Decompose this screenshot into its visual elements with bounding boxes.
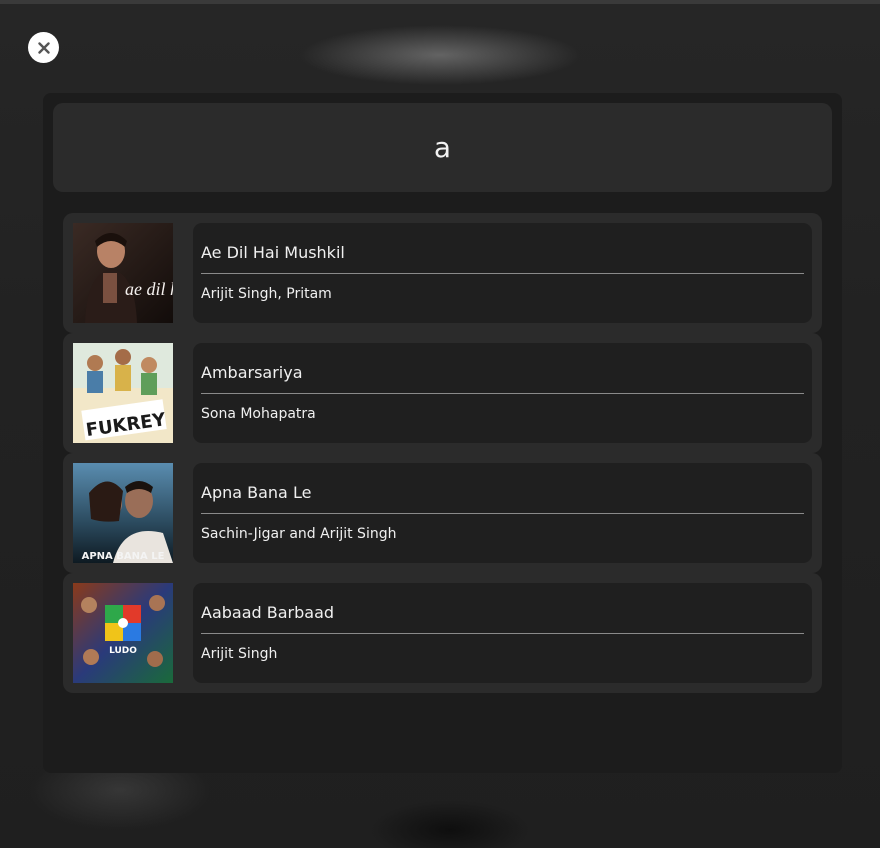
- divider: [201, 273, 804, 274]
- song-result-item[interactable]: ae dil hai mushkil Ae Dil Hai Mushkil Ar…: [63, 213, 822, 333]
- song-info-panel: Ae Dil Hai Mushkil Arijit Singh, Pritam: [193, 223, 812, 323]
- search-modal: ae dil hai mushkil Ae Dil Hai Mushkil Ar…: [43, 93, 842, 773]
- divider: [201, 393, 804, 394]
- album-cover: LUDO: [73, 583, 173, 683]
- song-artist: Sona Mohapatra: [201, 406, 316, 422]
- album-cover: FUKREY: [73, 343, 173, 443]
- cover-text: APNA BANA LE: [82, 551, 165, 562]
- top-edge-band: [0, 0, 880, 4]
- song-title: Aabaad Barbaad: [201, 603, 335, 622]
- song-info-panel: Apna Bana Le Sachin-Jigar and Arijit Sin…: [193, 463, 812, 563]
- song-title: Apna Bana Le: [201, 483, 312, 502]
- close-button[interactable]: [28, 32, 59, 63]
- album-cover: APNA BANA LE: [73, 463, 173, 563]
- cover-text: ae dil hai mushkil: [125, 279, 173, 299]
- song-artist: Arijit Singh, Pritam: [201, 286, 332, 302]
- song-title: Ae Dil Hai Mushkil: [201, 243, 345, 262]
- song-result-item[interactable]: LUDO Aabaad Barbaad Arijit Singh: [63, 573, 822, 693]
- cover-text: LUDO: [109, 646, 137, 656]
- album-cover: ae dil hai mushkil: [73, 223, 173, 323]
- song-title: Ambarsariya: [201, 363, 303, 382]
- song-result-item[interactable]: APNA BANA LE Apna Bana Le Sachin-Jigar a…: [63, 453, 822, 573]
- search-results-list: ae dil hai mushkil Ae Dil Hai Mushkil Ar…: [63, 213, 822, 693]
- song-info-panel: Ambarsariya Sona Mohapatra: [193, 343, 812, 443]
- divider: [201, 513, 804, 514]
- song-artist: Sachin-Jigar and Arijit Singh: [201, 526, 397, 542]
- song-result-item[interactable]: FUKREY Ambarsariya Sona Mohapatra: [63, 333, 822, 453]
- close-icon: [37, 41, 50, 54]
- song-artist: Arijit Singh: [201, 646, 278, 662]
- search-box: [53, 103, 832, 192]
- divider: [201, 633, 804, 634]
- search-input[interactable]: [90, 130, 795, 165]
- song-info-panel: Aabaad Barbaad Arijit Singh: [193, 583, 812, 683]
